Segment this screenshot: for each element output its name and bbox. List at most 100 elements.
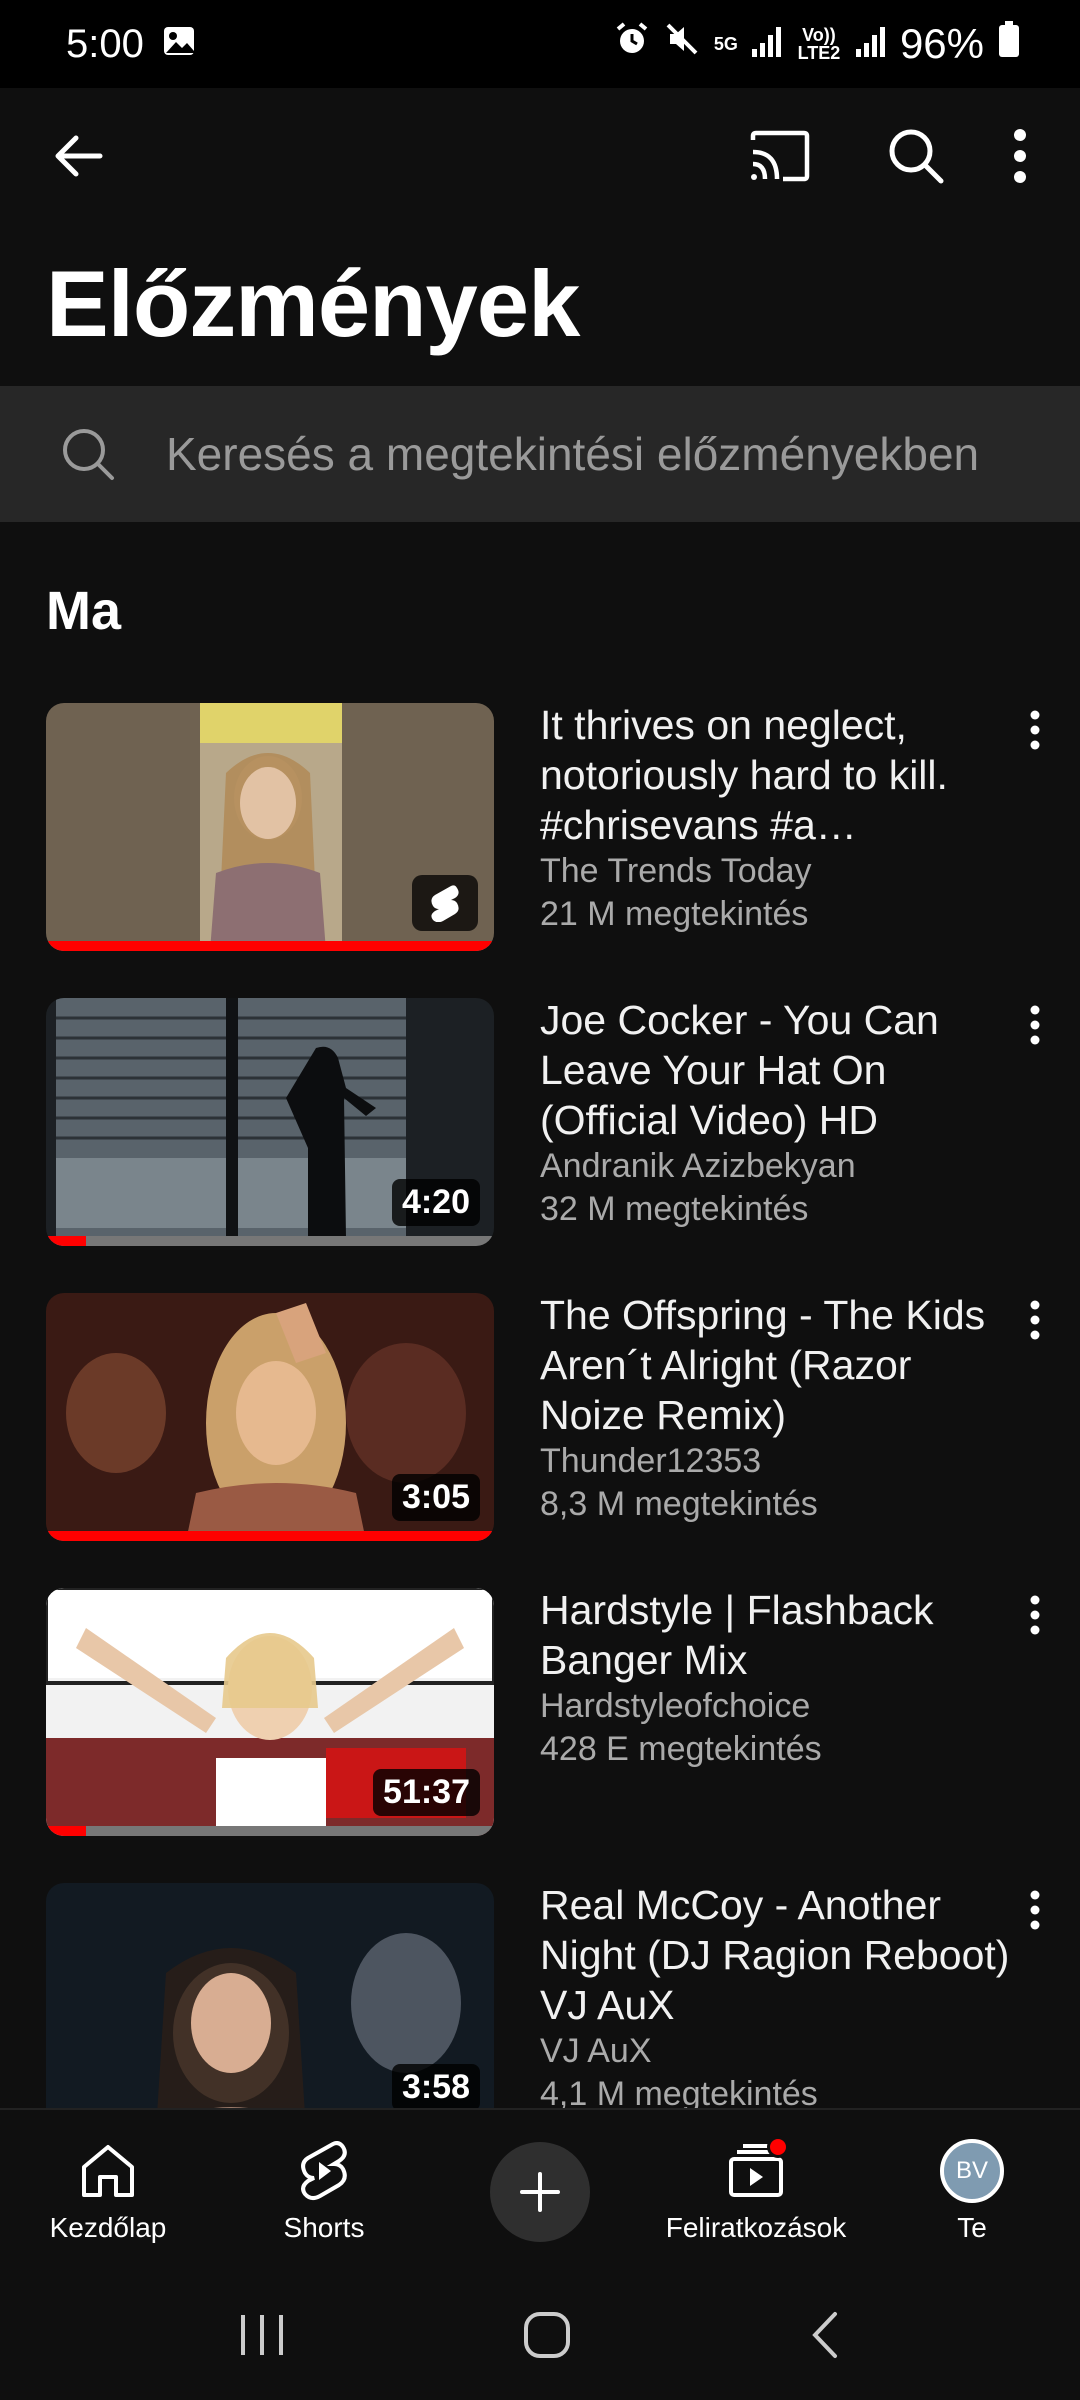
create-button[interactable] bbox=[490, 2142, 590, 2242]
video-title: Real McCoy - Another Night (DJ Ragion Re… bbox=[540, 1882, 1010, 2028]
video-title: It thrives on neglect, notoriously hard … bbox=[540, 702, 948, 848]
video-more-button[interactable] bbox=[1010, 1290, 1060, 1350]
video-item[interactable]: 3:58 Real McCoy - Another Night (DJ Ragi… bbox=[0, 1880, 1080, 2108]
video-channel: The Trends Today bbox=[540, 852, 812, 890]
home-circle-icon bbox=[524, 2311, 570, 2358]
gallery-notification-icon bbox=[162, 22, 196, 67]
nav-subscriptions-label: Feliratkozások bbox=[665, 2212, 847, 2243]
alarm-icon bbox=[614, 21, 650, 67]
watch-progress-fill bbox=[46, 1531, 494, 1541]
video-item[interactable]: 4:20 Joe Cocker - You Can Leave Your Hat… bbox=[0, 995, 1080, 1290]
app-bar bbox=[0, 88, 1080, 224]
shorts-icon bbox=[301, 2141, 347, 2201]
watch-progress-fill bbox=[46, 1826, 87, 1836]
recent-apps-icon bbox=[241, 2314, 283, 2355]
cast-icon bbox=[750, 130, 810, 182]
video-channel: Hardstyleofchoice bbox=[540, 1687, 811, 1725]
bottom-navigation: Kezdőlap Shorts Feliratkozások BV Te bbox=[0, 2108, 1080, 2274]
search-icon bbox=[889, 129, 944, 184]
video-thumbnail[interactable]: 4:20 bbox=[46, 998, 494, 1246]
more-vert-icon bbox=[1030, 1005, 1040, 1045]
plus-icon bbox=[520, 2172, 560, 2212]
nav-shorts-label: Shorts bbox=[283, 2212, 365, 2243]
signal-2-icon bbox=[855, 22, 886, 67]
video-duration: 51:37 bbox=[373, 1769, 480, 1816]
shorts-badge bbox=[412, 875, 478, 931]
history-search-input[interactable] bbox=[166, 414, 1030, 494]
search-icon bbox=[63, 429, 114, 480]
video-channel: Andranik Azizbekyan bbox=[540, 1147, 856, 1185]
page-title: Előzmények bbox=[46, 251, 580, 356]
back-button[interactable] bbox=[30, 108, 126, 204]
cast-button[interactable] bbox=[732, 108, 828, 204]
arrow-left-icon bbox=[55, 135, 103, 177]
recent-apps-button[interactable] bbox=[239, 2313, 285, 2362]
video-meta: Joe Cocker - You Can Leave Your Hat On (… bbox=[540, 995, 1010, 1231]
battery-percent: 96% bbox=[899, 20, 984, 67]
battery-icon bbox=[998, 21, 1020, 67]
more-vert-icon bbox=[1030, 1300, 1040, 1340]
video-views: 428 E megtekintés bbox=[540, 1730, 822, 1768]
nav-create[interactable] bbox=[432, 2110, 648, 2274]
more-options-button[interactable] bbox=[990, 108, 1050, 204]
search-button[interactable] bbox=[868, 108, 964, 204]
nav-you-label: Te bbox=[957, 2212, 987, 2243]
video-duration: 3:58 bbox=[391, 2064, 480, 2108]
video-title: Joe Cocker - You Can Leave Your Hat On (… bbox=[540, 997, 939, 1143]
status-time: 5:00 bbox=[66, 21, 144, 66]
video-meta: It thrives on neglect, notoriously hard … bbox=[540, 700, 1010, 936]
video-meta: Hardstyle | Flashback Banger Mix Hardsty… bbox=[540, 1585, 1010, 1771]
nav-home[interactable]: Kezdőlap bbox=[0, 2110, 216, 2274]
watch-progress bbox=[46, 1236, 494, 1246]
watch-progress-fill bbox=[46, 1236, 87, 1246]
video-duration: 4:20 bbox=[391, 1179, 480, 1226]
system-navigation-bar bbox=[0, 2274, 1080, 2400]
watch-progress bbox=[46, 1531, 494, 1541]
video-meta: The Offspring - The Kids Aren´t Alright … bbox=[540, 1290, 1010, 1526]
notification-dot bbox=[767, 2136, 789, 2158]
shorts-icon bbox=[431, 885, 459, 922]
video-channel: Thunder12353 bbox=[540, 1442, 762, 1480]
status-bar: 5:00 5G Vo)) LTE2 96% bbox=[0, 0, 1080, 88]
volte-label: Vo)) LTE2 bbox=[797, 25, 841, 63]
video-item[interactable]: 3:05 The Offspring - The Kids Aren´t Alr… bbox=[0, 1290, 1080, 1585]
video-thumbnail[interactable] bbox=[46, 703, 494, 951]
section-title-today: Ma bbox=[46, 581, 122, 641]
video-title: The Offspring - The Kids Aren´t Alright … bbox=[540, 1292, 986, 1438]
home-icon bbox=[82, 2145, 134, 2197]
video-more-button[interactable] bbox=[1010, 1880, 1060, 1940]
video-title: Hardstyle | Flashback Banger Mix bbox=[540, 1587, 934, 1683]
more-vert-icon bbox=[1030, 710, 1040, 750]
history-search-bar[interactable] bbox=[0, 386, 1080, 522]
nav-shorts[interactable]: Shorts bbox=[216, 2110, 432, 2274]
video-item[interactable]: It thrives on neglect, notoriously hard … bbox=[0, 700, 1080, 995]
home-system-button[interactable] bbox=[523, 2311, 571, 2364]
chevron-left-icon bbox=[812, 2311, 837, 2358]
more-vert-icon bbox=[1030, 1890, 1040, 1930]
video-views: 32 M megtekintés bbox=[540, 1190, 809, 1228]
video-channel: VJ AuX bbox=[540, 2032, 652, 2070]
nav-subscriptions[interactable]: Feliratkozások bbox=[648, 2110, 864, 2274]
video-more-button[interactable] bbox=[1010, 700, 1060, 760]
video-thumbnail[interactable]: 3:58 bbox=[46, 1883, 494, 2108]
watch-progress bbox=[46, 1826, 494, 1836]
mute-icon bbox=[664, 21, 700, 67]
video-item[interactable]: 51:37 Hardstyle | Flashback Banger Mix H… bbox=[0, 1585, 1080, 1880]
nav-you[interactable]: BV Te bbox=[864, 2110, 1080, 2274]
video-more-button[interactable] bbox=[1010, 1585, 1060, 1645]
network-5g-label: 5G bbox=[713, 34, 738, 54]
system-back-button[interactable] bbox=[809, 2310, 841, 2365]
watch-progress bbox=[46, 941, 494, 951]
video-thumbnail[interactable]: 51:37 bbox=[46, 1588, 494, 1836]
video-views: 8,3 M megtekintés bbox=[540, 1485, 818, 1523]
more-vert-icon bbox=[1030, 1595, 1040, 1635]
video-views: 21 M megtekintés bbox=[540, 895, 809, 933]
video-duration: 3:05 bbox=[391, 1474, 480, 1521]
video-more-button[interactable] bbox=[1010, 995, 1060, 1055]
watch-progress-fill bbox=[46, 941, 494, 951]
nav-home-label: Kezdőlap bbox=[49, 2212, 167, 2243]
avatar: BV bbox=[940, 2139, 1004, 2203]
video-thumbnail[interactable]: 3:05 bbox=[46, 1293, 494, 1541]
more-vert-icon bbox=[1014, 129, 1026, 183]
video-views: 4,1 M megtekintés bbox=[540, 2075, 818, 2108]
